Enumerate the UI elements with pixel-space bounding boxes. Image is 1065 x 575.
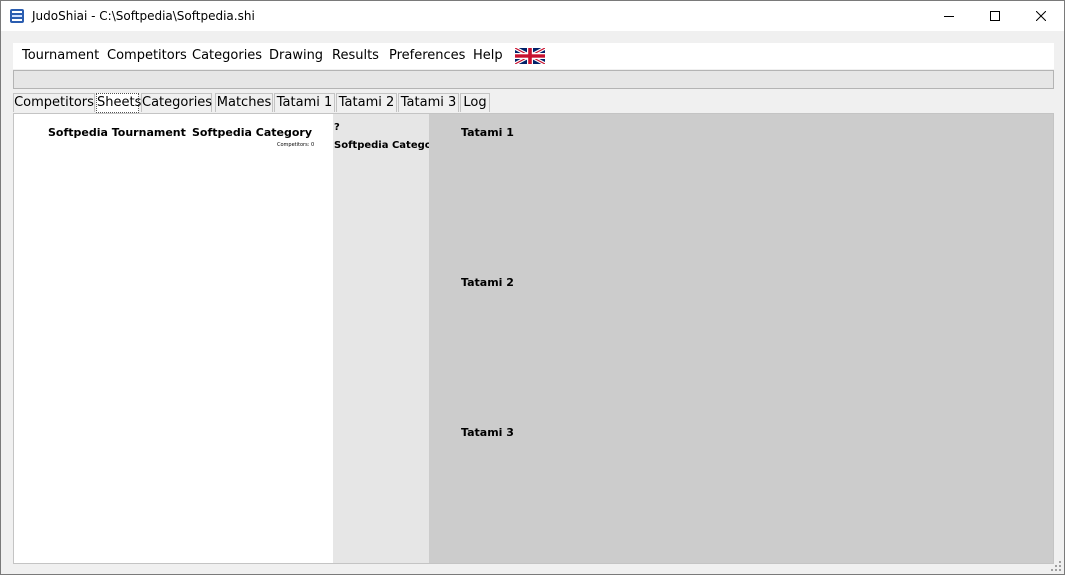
category-list-panel: ? Softpedia Category <box>333 114 443 563</box>
app-window: JudoShiai - C:\Softpedia\Softpedia.shi T… <box>0 0 1065 575</box>
menu-drawing[interactable]: Drawing <box>269 48 323 64</box>
sheet-category-name: Softpedia Category <box>192 126 312 139</box>
sheet-tournament-name: Softpedia Tournament <box>48 126 186 139</box>
resize-grip-icon[interactable] <box>1051 561 1061 571</box>
sheets-content: Softpedia Tournament Softpedia Category … <box>13 113 1054 564</box>
tab-tatami-1[interactable]: Tatami 1 <box>274 93 335 112</box>
menu-help[interactable]: Help <box>473 48 503 64</box>
menu-results[interactable]: Results <box>332 48 379 64</box>
minimize-button[interactable] <box>926 1 972 31</box>
menu-tournament[interactable]: Tournament <box>22 48 99 64</box>
maximize-button[interactable] <box>972 1 1018 31</box>
menu-competitors[interactable]: Competitors <box>107 48 187 64</box>
title-bar[interactable]: JudoShiai - C:\Softpedia\Softpedia.shi <box>1 1 1064 31</box>
menu-bar: Tournament Competitors Categories Drawin… <box>13 43 1054 69</box>
uk-flag-icon[interactable] <box>515 48 545 64</box>
menu-categories[interactable]: Categories <box>192 48 262 64</box>
tatami-3-heading: Tatami 3 <box>461 426 514 439</box>
tab-competitors[interactable]: Competitors <box>13 93 95 112</box>
minimize-icon <box>944 16 954 17</box>
tab-log[interactable]: Log <box>460 93 490 112</box>
tab-matches[interactable]: Matches <box>215 93 273 112</box>
tab-tatami-2[interactable]: Tatami 2 <box>336 93 397 112</box>
menu-preferences[interactable]: Preferences <box>389 48 465 64</box>
tab-tatami-3[interactable]: Tatami 3 <box>398 93 459 112</box>
progress-bar <box>13 70 1054 89</box>
tab-categories[interactable]: Categories <box>141 93 212 112</box>
window-title: JudoShiai - C:\Softpedia\Softpedia.shi <box>32 9 255 23</box>
maximize-icon <box>990 11 1000 21</box>
category-question-mark: ? <box>334 122 340 133</box>
tab-sheets[interactable]: Sheets <box>96 93 141 113</box>
close-button[interactable] <box>1018 1 1064 31</box>
category-sheet[interactable]: Softpedia Tournament Softpedia Category … <box>14 114 333 563</box>
category-list-item[interactable]: Softpedia Category <box>334 139 443 152</box>
tatami-panel: Tatami 1 Tatami 2 Tatami 3 <box>429 114 1053 563</box>
judoshiai-app-icon <box>10 9 24 23</box>
tatami-1-heading: Tatami 1 <box>461 126 514 139</box>
close-icon <box>1036 11 1046 21</box>
tatami-2-heading: Tatami 2 <box>461 276 514 289</box>
sheet-competitors-count: Competitors: 0 <box>277 142 315 148</box>
